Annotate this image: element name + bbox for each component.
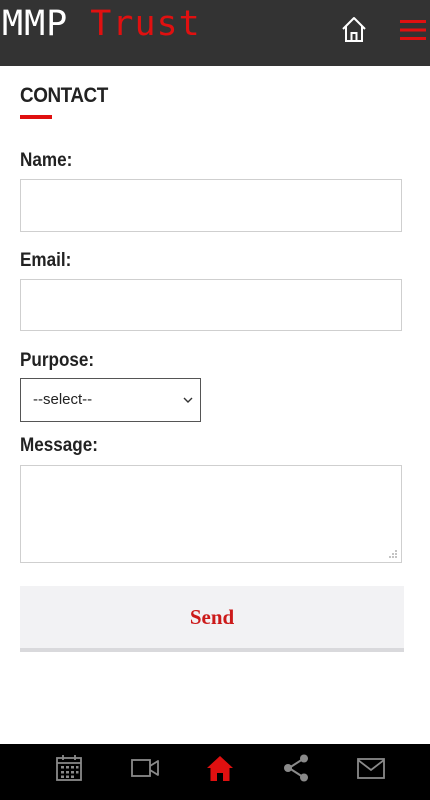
title-underline (20, 115, 52, 119)
purpose-selected-value: --select-- (33, 391, 93, 408)
video-camera-icon (131, 759, 159, 777)
brand-primary: MMP (2, 4, 69, 44)
purpose-label: Purpose: (20, 350, 95, 371)
purpose-select[interactable]: --select-- (20, 378, 201, 422)
page-title: CONTACT (20, 84, 108, 107)
chevron-down-icon (183, 397, 193, 403)
home-button[interactable] (339, 14, 369, 44)
email-label: Email: (20, 250, 72, 271)
message-textarea[interactable] (20, 465, 402, 563)
menu-button[interactable] (398, 16, 428, 44)
nav-video[interactable] (129, 752, 161, 784)
message-label: Message: (20, 435, 98, 456)
resize-grip-icon[interactable] (388, 549, 398, 559)
nav-mail[interactable] (355, 752, 387, 784)
calendar-icon (56, 755, 82, 781)
brand-accent: Trust (90, 4, 201, 44)
email-input[interactable] (20, 279, 402, 331)
brand-logo[interactable]: MMP Trust (2, 2, 201, 46)
name-label: Name: (20, 150, 73, 171)
home-outline-icon (342, 17, 366, 42)
send-button-label: Send (189, 604, 235, 629)
nav-home[interactable] (204, 752, 236, 784)
share-icon (284, 754, 308, 782)
hamburger-menu-icon (400, 20, 426, 40)
nav-share[interactable] (280, 752, 312, 784)
mail-icon (357, 758, 385, 779)
message-wrapper (20, 465, 402, 563)
name-input[interactable] (20, 179, 402, 232)
top-bar: MMP Trust (0, 0, 430, 66)
send-button[interactable]: Send (20, 586, 404, 652)
home-icon (207, 756, 233, 781)
nav-calendar[interactable] (53, 752, 85, 784)
bottom-nav-bar (0, 744, 430, 800)
